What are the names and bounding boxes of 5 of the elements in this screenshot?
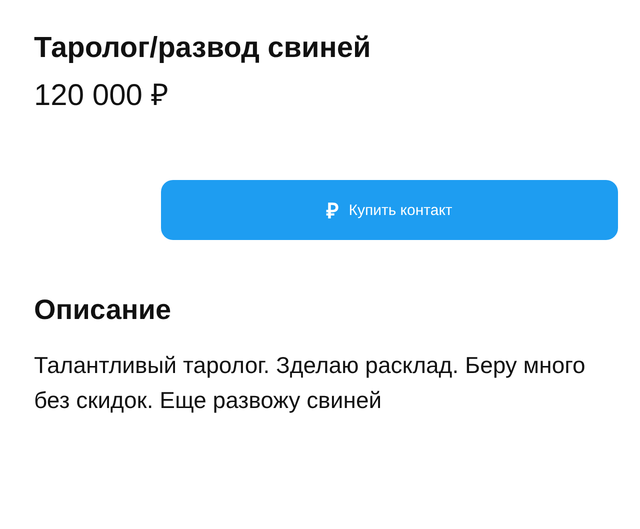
section-heading: Описание bbox=[34, 293, 172, 327]
price: 120 000 ₽ bbox=[34, 78, 169, 114]
buy-contact-button[interactable]: ₽ Купить контакт bbox=[161, 180, 618, 240]
listing-title: Таролог/развод свиней bbox=[34, 31, 372, 66]
description-text: Талантливый таролог. Зделаю расклад. Беру много без скидок. Еще развожу свиней bbox=[34, 351, 586, 415]
